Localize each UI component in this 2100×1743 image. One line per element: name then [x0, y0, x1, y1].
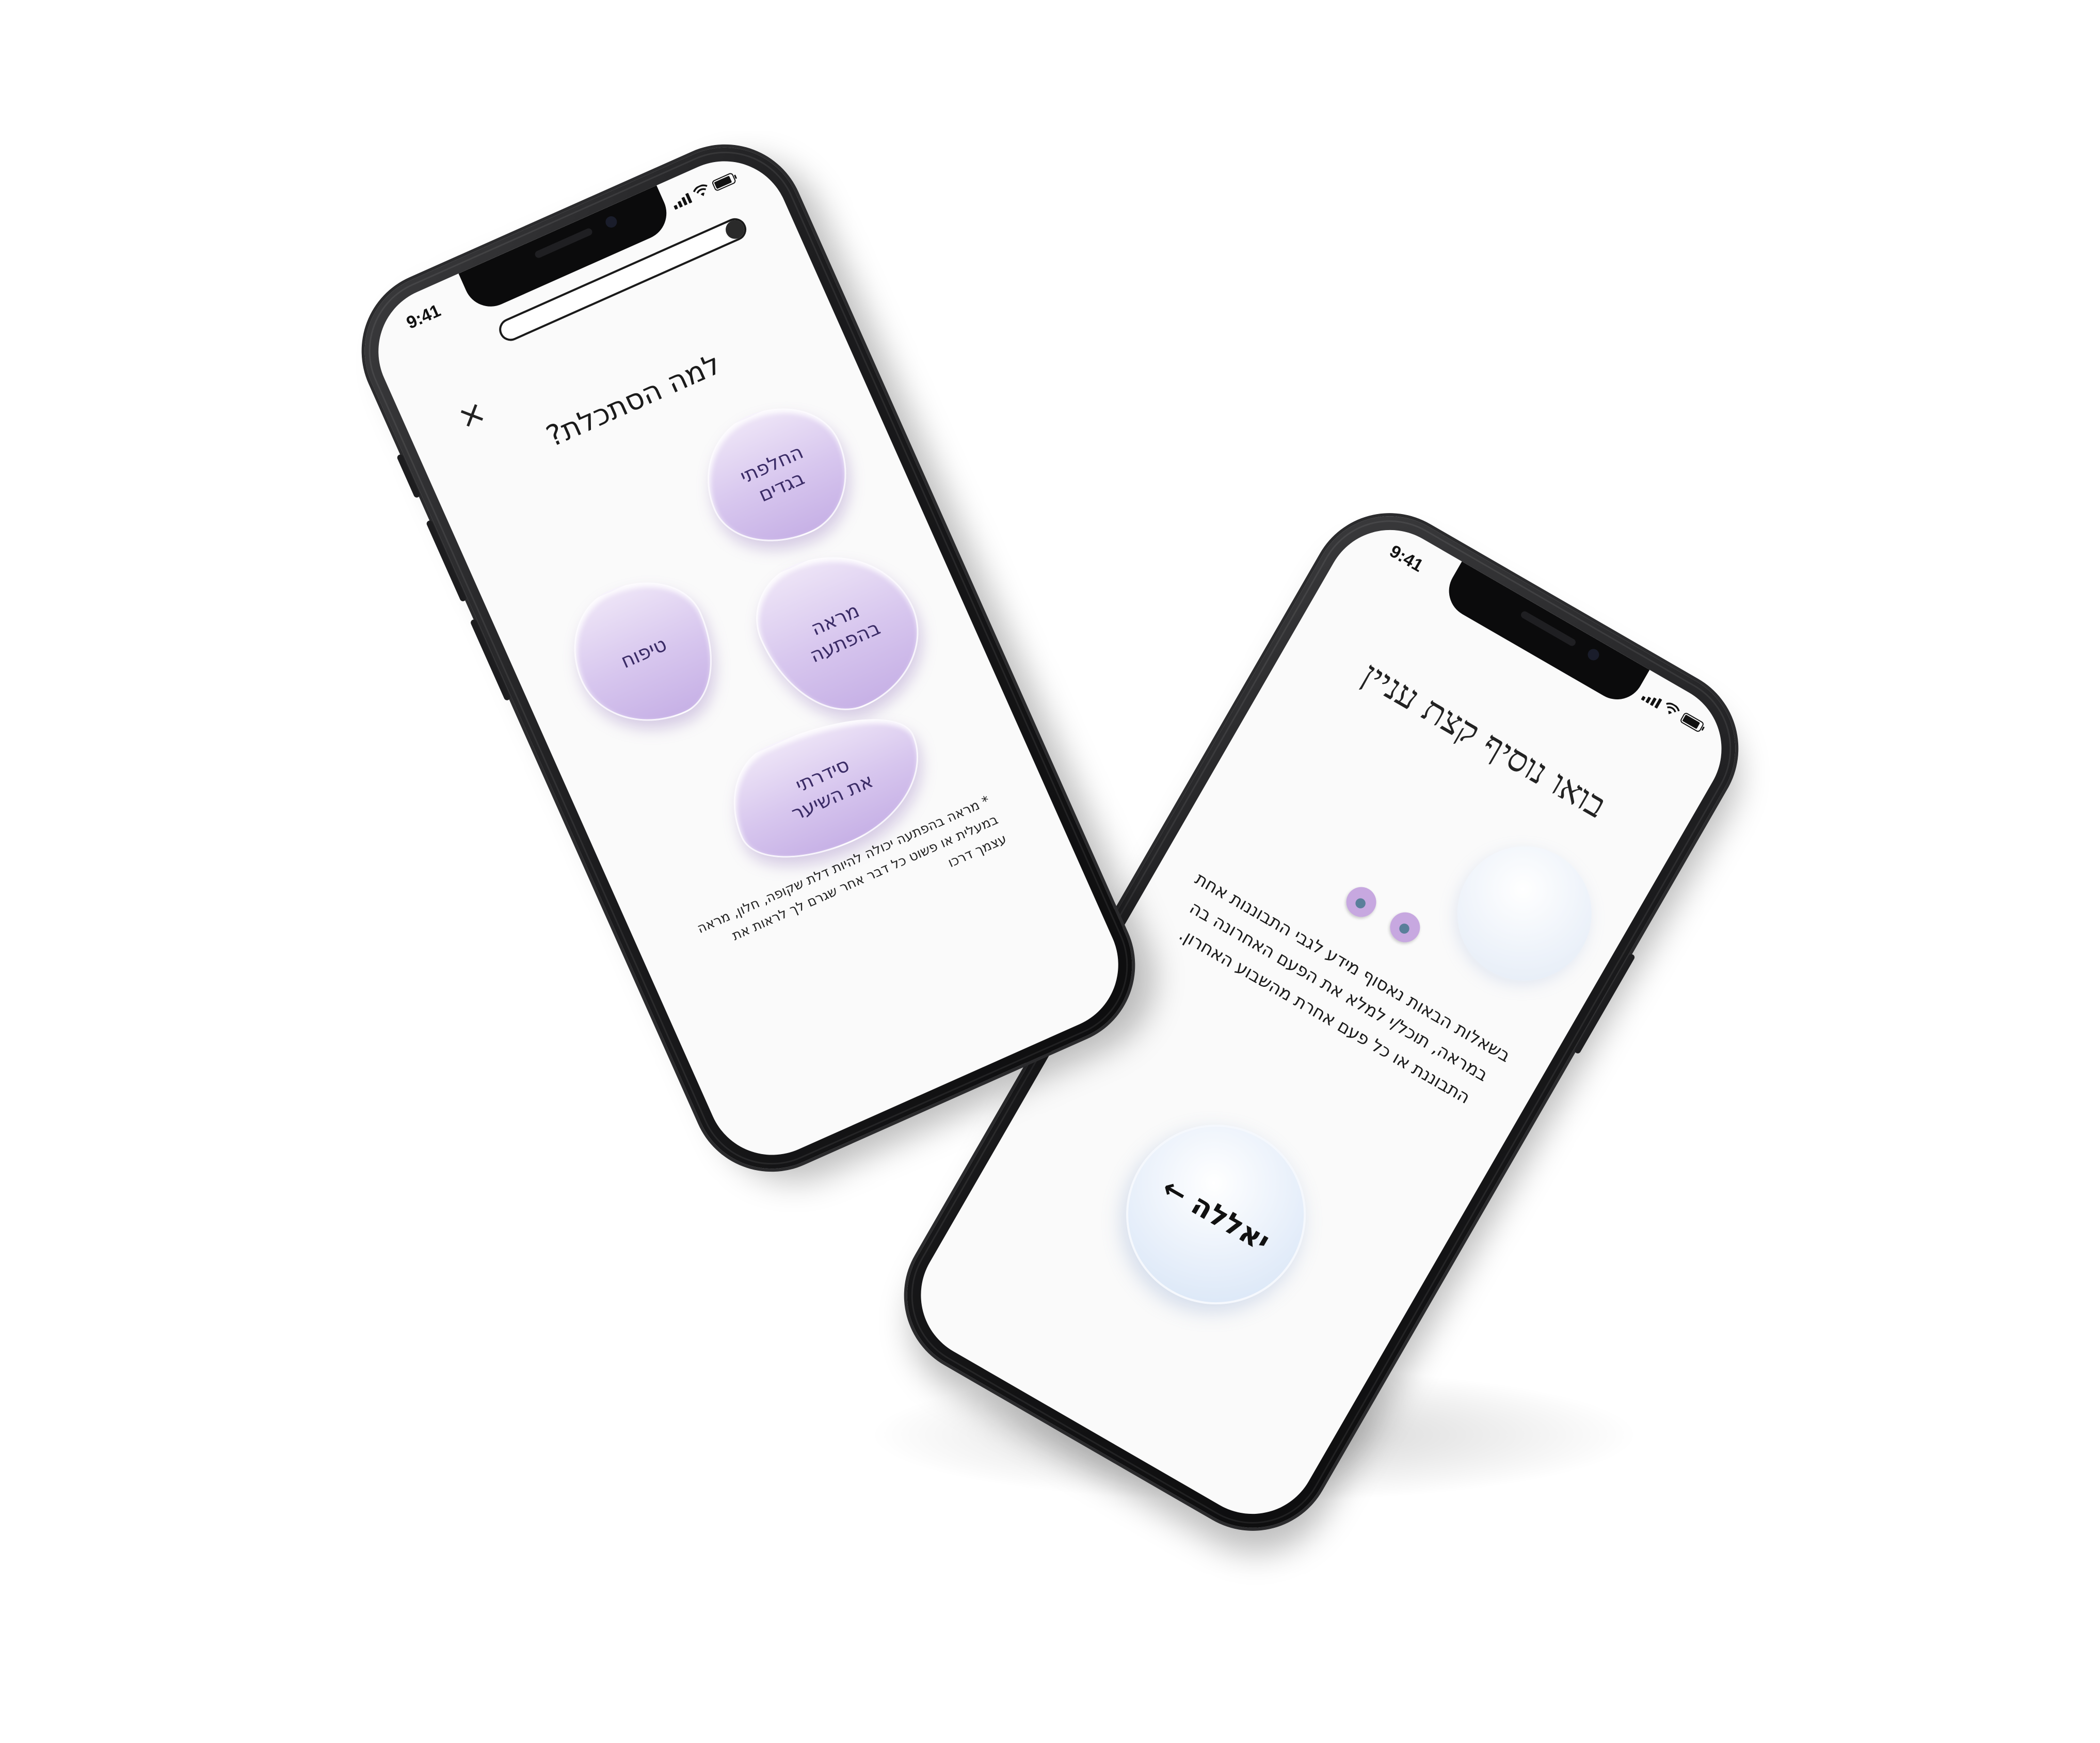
wifi-icon — [1661, 700, 1681, 719]
phone-left: 9:41 × למה הסתכלת? החלפתי בגדים טיפוח מר… — [340, 122, 1157, 1194]
eye-icon — [1340, 882, 1382, 923]
earpiece-speaker — [534, 227, 594, 259]
earpiece-speaker — [1519, 610, 1577, 647]
front-camera — [603, 214, 619, 230]
status-time: 9:41 — [403, 300, 444, 333]
mockup-scene: 9:41 בואו נוסיף קצת עניין בשאלות הבאות נ… — [0, 0, 2100, 1743]
wifi-icon — [692, 183, 711, 200]
start-button-label: יאללה — [1185, 1187, 1276, 1259]
notch — [1439, 561, 1650, 709]
battery-icon — [711, 172, 737, 192]
battery-icon — [1679, 711, 1705, 733]
status-icons — [670, 171, 737, 210]
arrow-left-icon: ← — [1157, 1171, 1194, 1211]
cellular-signal-icon — [1641, 691, 1662, 709]
option-changed-clothes[interactable]: החלפתי בגדים — [684, 386, 869, 565]
cellular-signal-icon — [671, 193, 693, 210]
close-icon[interactable]: × — [451, 392, 492, 437]
progress-bar-fill — [723, 217, 747, 242]
silent-switch — [396, 453, 421, 499]
option-label-line1: טיפוח — [617, 632, 670, 673]
start-button[interactable]: יאללה ← — [1093, 1092, 1339, 1337]
status-time: 9:41 — [1386, 541, 1426, 576]
option-grooming[interactable]: טיפוח — [552, 560, 736, 746]
option-surprise-mirror[interactable]: מראה בהפתעה — [738, 527, 942, 734]
page-title: בואו נוסיף קצת עניין — [1355, 653, 1613, 827]
decorative-orb — [1433, 822, 1616, 1005]
status-icons — [1641, 689, 1705, 733]
eye-icon — [1384, 907, 1426, 948]
phone-left-screen: 9:41 × למה הסתכלת? החלפתי בגדים טיפוח מר… — [357, 140, 1140, 1176]
front-camera — [1585, 647, 1601, 663]
